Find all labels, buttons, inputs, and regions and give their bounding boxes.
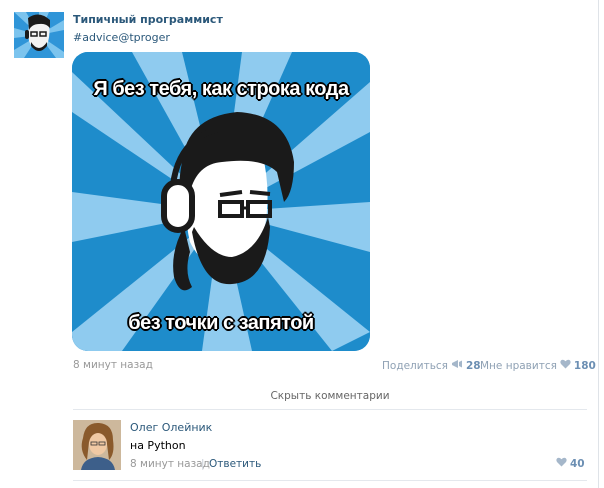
comment-separator: | [201,458,205,470]
post-author-link[interactable]: Типичный программист [73,13,223,26]
reply-button[interactable]: Ответить [209,458,261,470]
comment-author-link[interactable]: Олег Олейник [130,421,212,434]
comments-divider [73,409,587,410]
share-count: 28 [465,359,481,372]
heart-icon [556,457,567,470]
like-button[interactable]: Мне нравится 180 [480,359,596,372]
post-timestamp[interactable]: 8 минут назад [73,359,153,371]
comment-timestamp[interactable]: 8 минут назад [130,458,210,470]
heart-icon [560,359,571,372]
commenter-avatar[interactable] [73,420,121,470]
hide-comments-link[interactable]: Скрыть комментарии [73,390,587,402]
post-image[interactable]: Я без тебя, как строка кода без точки с … [72,52,370,351]
comment-bottom-divider [73,480,587,481]
community-avatar[interactable] [14,12,64,58]
comment-like-count: 40 [570,457,585,470]
meme-bottom-caption: без точки с запятой [128,312,314,334]
like-count: 180 [573,359,596,372]
megaphone-icon [451,359,463,372]
wall-post: Типичный программист #advice@tproger Я б… [0,0,604,488]
share-button[interactable]: Поделиться 28 [382,359,481,372]
comment-text: на Python [130,439,186,452]
meme-top-caption: Я без тебя, как строка кода [93,78,349,100]
like-label: Мне нравится [480,359,557,372]
share-label: Поделиться [382,359,448,372]
comment-like-button[interactable]: 40 [556,457,585,470]
post-hashtag-link[interactable]: #advice@tproger [73,31,170,44]
card-border [598,0,599,488]
